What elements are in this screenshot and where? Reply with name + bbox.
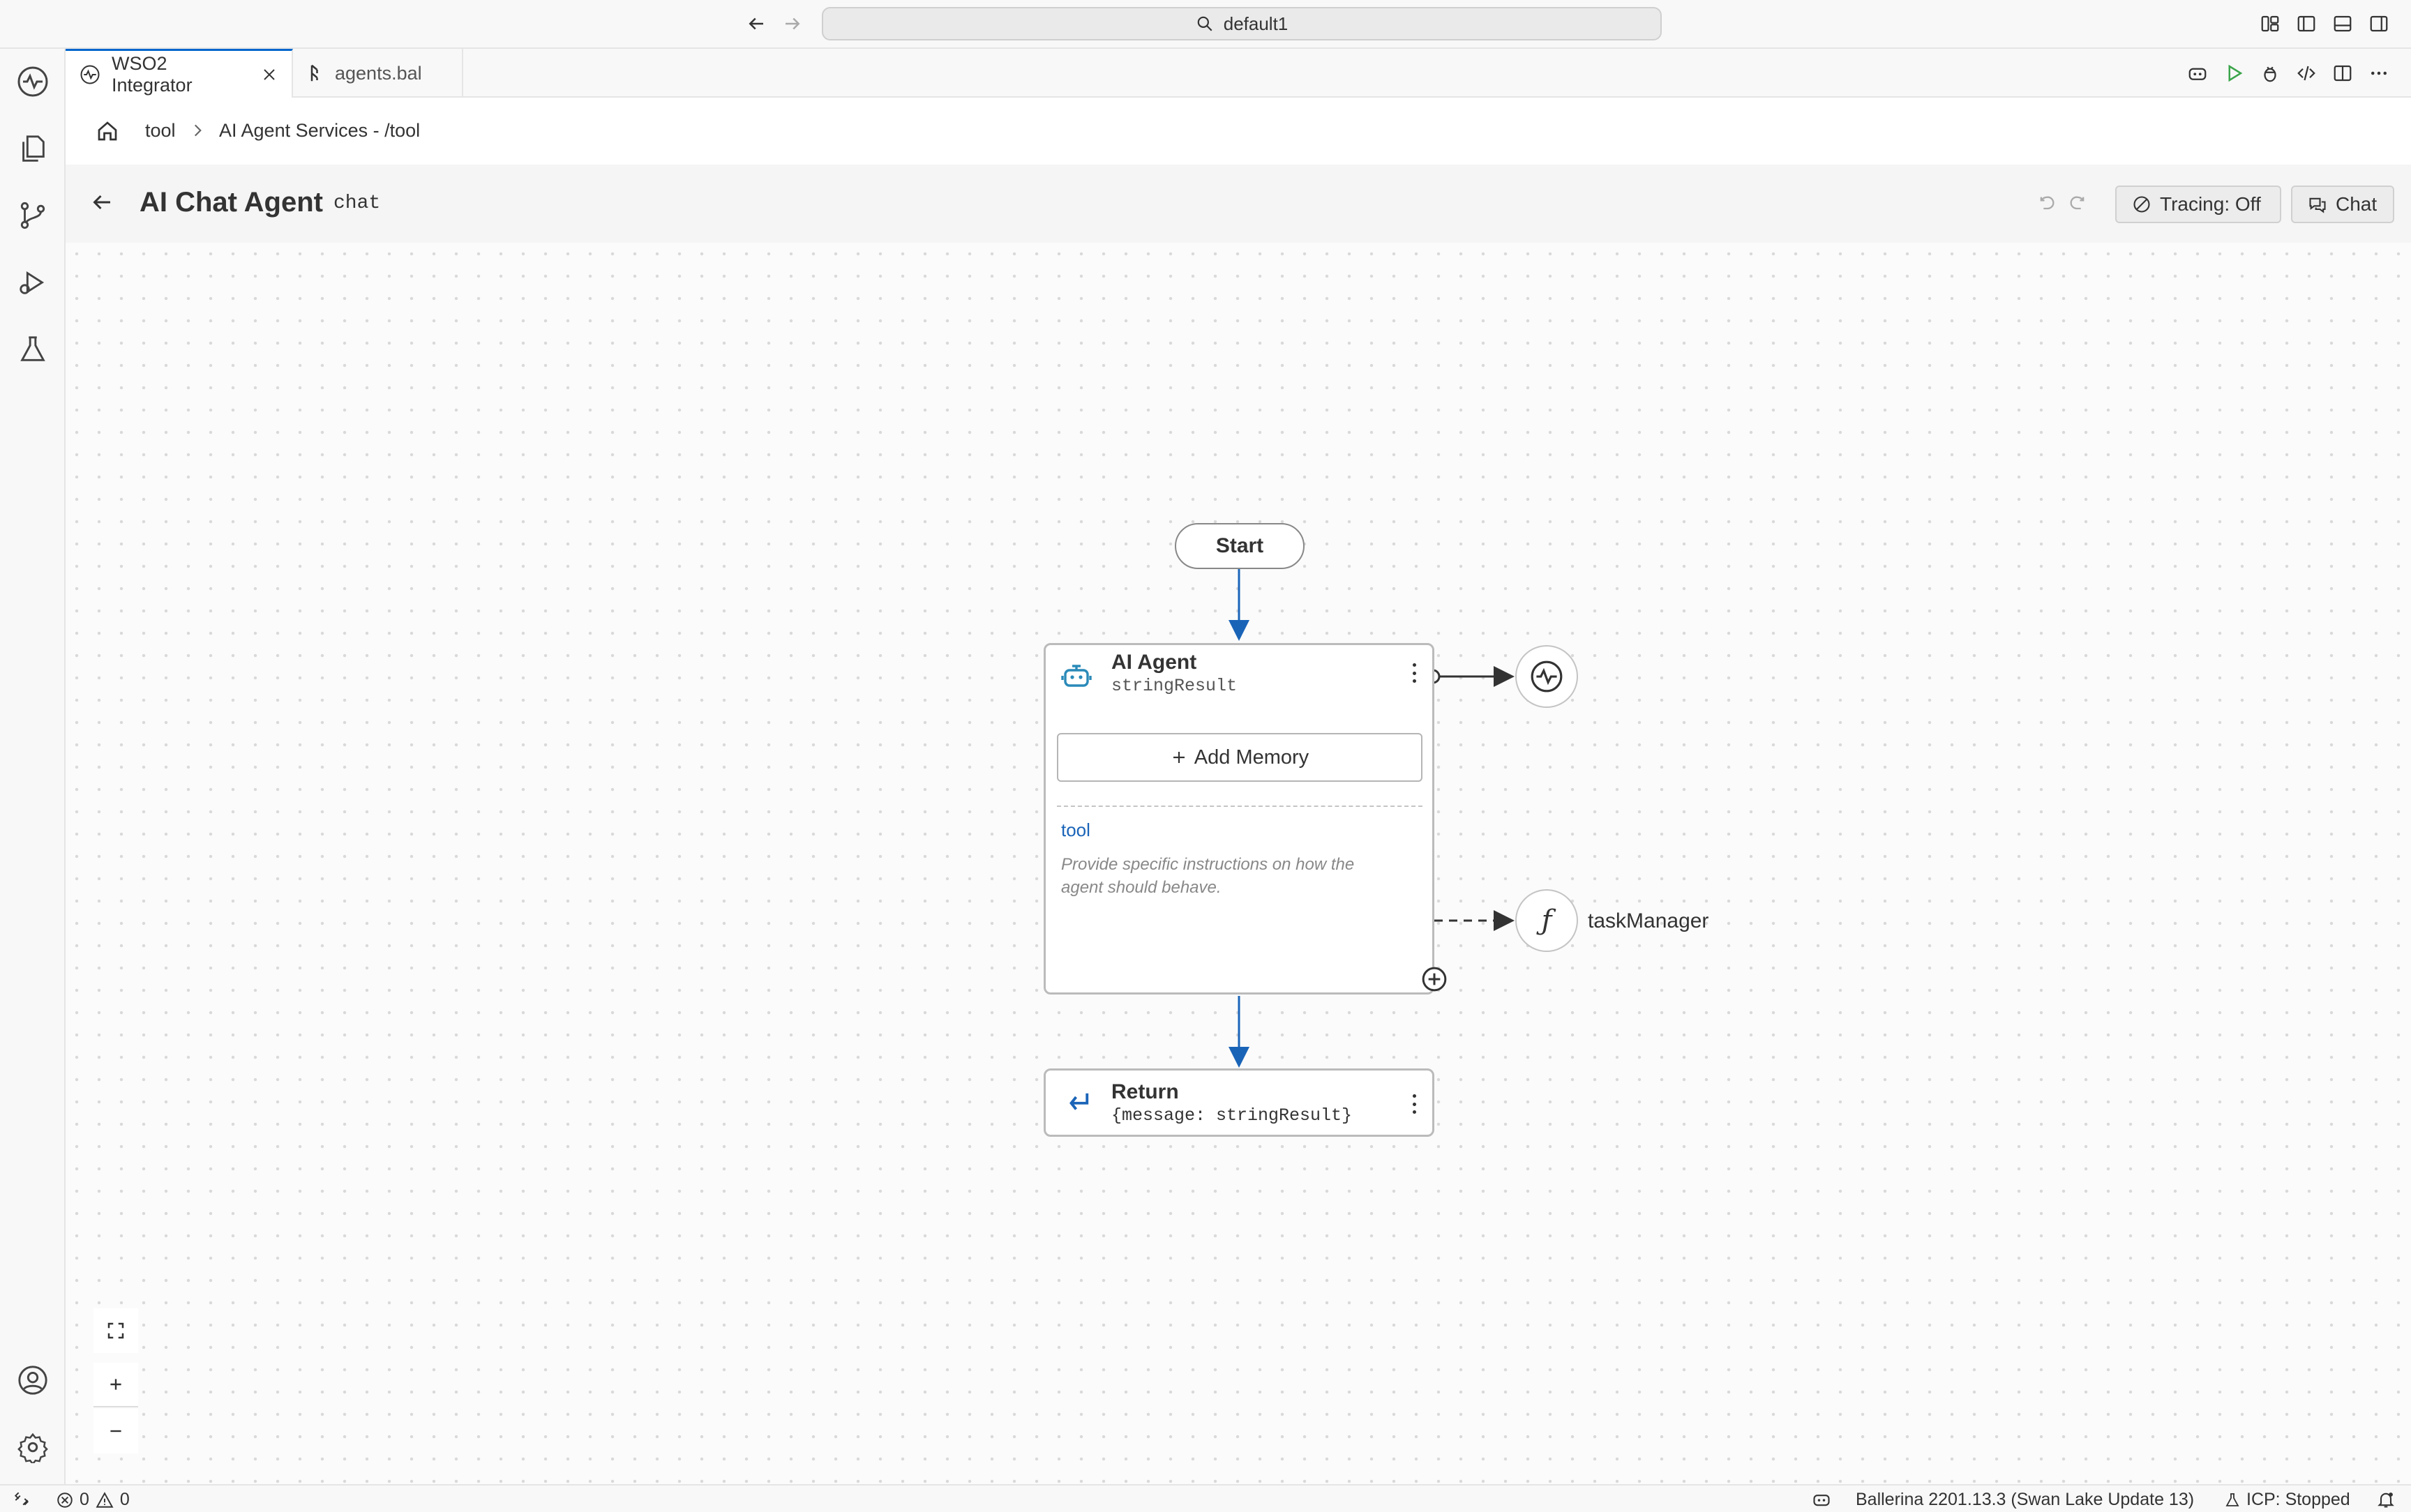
add-memory-button[interactable]: Add Memory: [1057, 733, 1422, 782]
model-provider-icon: [1529, 659, 1564, 694]
notifications-icon[interactable]: [2376, 1490, 2396, 1509]
forward-arrow-icon[interactable]: [779, 10, 806, 38]
tracing-toggle-button[interactable]: Tracing: Off: [2115, 186, 2281, 223]
debug-icon[interactable]: [2256, 59, 2284, 87]
editor-tab-bar: WSO2 Integrator agents.bal: [66, 49, 2411, 98]
tool-node-label: taskManager: [1588, 909, 1709, 932]
settings-icon[interactable]: [14, 1428, 52, 1466]
split-editor-icon[interactable]: [2329, 59, 2357, 87]
return-node[interactable]: Return {message: stringResult}: [1044, 1068, 1434, 1137]
layout-icon[interactable]: [2256, 10, 2284, 38]
icp-icon: [2224, 1491, 2241, 1509]
copilot-status-icon[interactable]: [1811, 1490, 1832, 1509]
add-tool-icon[interactable]: [1420, 965, 1448, 993]
toggle-sidebar-icon[interactable]: [2292, 10, 2320, 38]
code-icon[interactable]: [2292, 59, 2320, 87]
warning-icon: [95, 1491, 114, 1509]
copilot-icon[interactable]: [2184, 59, 2211, 87]
zoom-in-icon[interactable]: [93, 1363, 138, 1407]
toggle-secondary-sidebar-icon[interactable]: [2365, 10, 2393, 38]
icp-status-label: ICP: Stopped: [2246, 1490, 2350, 1509]
tab-wso2-integrator[interactable]: WSO2 Integrator: [66, 49, 293, 98]
remote-indicator-icon[interactable]: [13, 1490, 31, 1508]
testing-icon[interactable]: [14, 331, 52, 368]
redo-icon[interactable]: [2068, 194, 2087, 213]
ballerina-version[interactable]: Ballerina 2201.13.3 (Swan Lake Update 13…: [1856, 1490, 2194, 1510]
fit-screen-icon[interactable]: [93, 1308, 138, 1353]
return-more-icon[interactable]: [1407, 1090, 1421, 1118]
return-title: Return: [1111, 1080, 1179, 1103]
back-arrow-icon[interactable]: [742, 10, 770, 38]
start-label: Start: [1215, 534, 1264, 557]
model-provider-node[interactable]: [1515, 645, 1578, 708]
activity-bar: [0, 49, 66, 1484]
more-icon[interactable]: [2365, 59, 2393, 87]
run-icon[interactable]: [2220, 59, 2248, 87]
close-icon[interactable]: [261, 66, 278, 83]
home-icon[interactable]: [95, 119, 120, 144]
chat-button[interactable]: Chat: [2291, 186, 2394, 223]
page-header: AI Chat Agent chat Tracing: Off Chat: [66, 165, 2411, 243]
tracing-off-icon: [2132, 195, 2151, 214]
back-arrow-icon[interactable]: [89, 190, 114, 215]
page-subtitle: chat: [333, 192, 381, 214]
breadcrumb-item-tool[interactable]: tool: [145, 120, 176, 142]
toggle-panel-icon[interactable]: [2329, 10, 2357, 38]
agent-instructions: Provide specific instructions on how the…: [1061, 855, 1355, 897]
wso2-icon: [80, 64, 100, 85]
explorer-icon[interactable]: [14, 130, 52, 167]
tab-agents-bal[interactable]: agents.bal: [293, 49, 463, 98]
robot-icon: [1060, 659, 1093, 693]
command-center-search[interactable]: default1: [822, 7, 1662, 40]
run-debug-icon[interactable]: [14, 264, 52, 301]
agent-variable: stringResult: [1111, 676, 1238, 696]
ai-agent-node[interactable]: AI Agent stringResult Add Memory tool Pr…: [1044, 643, 1434, 995]
start-node[interactable]: Start: [1175, 523, 1305, 569]
flow-diagram-canvas[interactable]: Start AI Agent stringResult Add Memory t…: [66, 243, 2411, 1484]
title-bar: default1: [0, 0, 2411, 49]
return-icon: [1064, 1087, 1093, 1117]
accounts-icon[interactable]: [14, 1361, 52, 1399]
tool-node[interactable]: ƒ: [1515, 889, 1578, 952]
error-icon: [56, 1491, 74, 1509]
agent-title: AI Agent: [1111, 651, 1197, 674]
wso2-integrator-icon[interactable]: [14, 63, 52, 100]
tab-label: WSO2 Integrator: [112, 52, 193, 96]
chevron-right-icon: [188, 120, 206, 141]
agent-divider: [1057, 806, 1422, 807]
warning-count: 0: [119, 1490, 130, 1509]
status-bar: 0 0 Ballerina 2201.13.3 (Swan Lake Updat…: [0, 1484, 2411, 1512]
source-control-icon[interactable]: [14, 197, 52, 234]
ballerina-file-icon: [307, 63, 324, 84]
breadcrumb: tool AI Agent Services - /tool: [66, 98, 2411, 165]
error-count: 0: [80, 1490, 89, 1509]
search-icon: [1196, 15, 1214, 33]
agent-more-icon[interactable]: [1407, 659, 1421, 687]
ballerina-version-label: Ballerina 2201.13.3 (Swan Lake Update 13…: [1856, 1490, 2195, 1509]
zoom-out-icon[interactable]: [93, 1409, 138, 1453]
return-expression: {message: stringResult}: [1111, 1105, 1353, 1126]
agent-role-label: tool: [1061, 819, 1090, 840]
chat-icon: [2308, 195, 2327, 214]
tab-label: agents.bal: [335, 62, 422, 84]
page-title: AI Chat Agent: [140, 187, 323, 218]
chat-label: Chat: [2336, 193, 2378, 215]
add-memory-label: Add Memory: [1194, 746, 1309, 769]
undo-icon[interactable]: [2037, 194, 2057, 213]
search-text: default1: [1223, 13, 1289, 34]
icp-status[interactable]: ICP: Stopped: [2224, 1490, 2350, 1510]
plus-icon: [1171, 749, 1187, 766]
tracing-label: Tracing: Off: [2160, 193, 2261, 215]
problems-indicator[interactable]: 0 0: [56, 1490, 130, 1510]
function-icon: ƒ: [1541, 905, 1552, 937]
breadcrumb-item-service[interactable]: AI Agent Services - /tool: [219, 120, 420, 142]
